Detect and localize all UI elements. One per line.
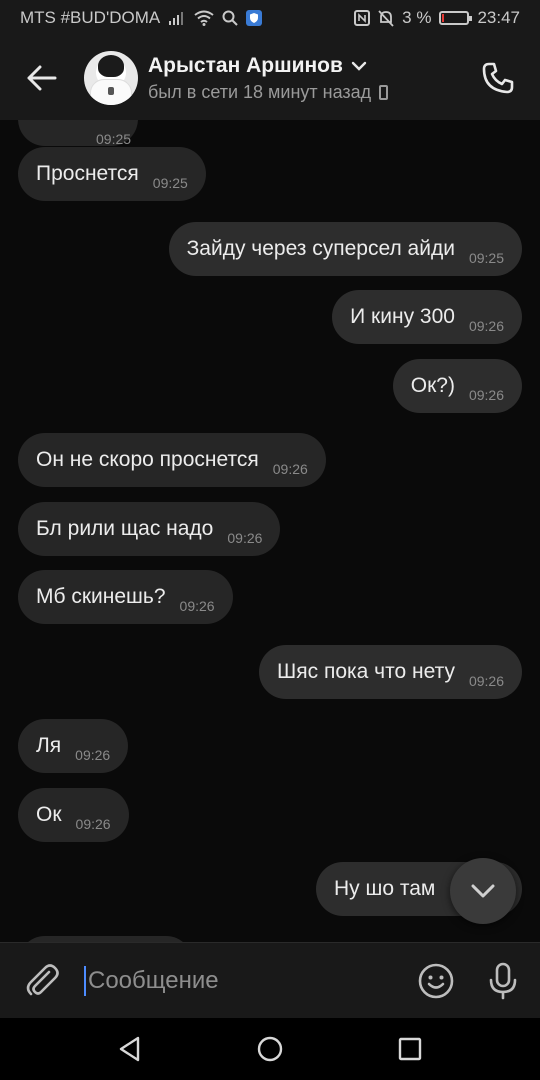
message-text: Проснется xyxy=(36,162,139,185)
contact-status-row: был в сети 18 минут назад xyxy=(148,81,389,103)
message-text: Ну шо там xyxy=(334,877,436,900)
status-left: MTS #BUD'DOMA xyxy=(20,8,263,28)
message-text: Ок?) xyxy=(410,374,455,397)
back-button[interactable] xyxy=(0,36,84,120)
message-time: 09:26 xyxy=(227,530,263,546)
carrier-label: MTS #BUD'DOMA xyxy=(20,8,161,27)
message-bubble-out[interactable]: Шяс пока что нету 09:26 xyxy=(259,645,522,699)
message-bubble-partial[interactable]: 09:25 xyxy=(18,120,138,147)
nav-recents-button[interactable] xyxy=(382,1021,438,1077)
message-time: 09:26 xyxy=(75,747,111,763)
contact-info[interactable]: Арыстан Аршинов был в сети 18 минут наза… xyxy=(148,54,389,103)
message-text: И кину 300 xyxy=(350,305,455,328)
message-time: 09:26 xyxy=(272,461,308,477)
message-time: 09:26 xyxy=(75,816,111,832)
scroll-down-icon xyxy=(471,884,495,898)
message-list[interactable]: 09:25 Проснется 09:25 Зайду через суперс… xyxy=(0,120,540,942)
battery-icon xyxy=(439,11,473,25)
shield-icon xyxy=(246,10,263,26)
signal-icon xyxy=(168,11,186,25)
message-bubble-out[interactable]: Зайду через суперсел айди 09:25 xyxy=(168,222,522,276)
message-text: Шяс пока что нету xyxy=(277,660,455,683)
search-icon xyxy=(222,10,238,26)
nav-recents-icon xyxy=(398,1037,422,1061)
message-text: Мб скинешь? xyxy=(36,585,166,608)
message-time: 09:25 xyxy=(152,175,188,191)
message-bubble-in[interactable]: Проснется 09:25 xyxy=(18,147,206,201)
battery-fill xyxy=(442,14,445,22)
system-navigation-bar xyxy=(0,1018,540,1080)
nav-home-button[interactable] xyxy=(242,1021,298,1077)
chat-header: Арыстан Аршинов был в сети 18 минут наза… xyxy=(0,36,540,120)
avatar-print xyxy=(108,87,114,95)
message-text: Бл рили щас надо xyxy=(36,517,214,540)
contact-status: был в сети 18 минут назад xyxy=(148,81,372,102)
message-time: 09:26 xyxy=(179,598,215,614)
message-bubble-in[interactable]: Он не скоро проснется 09:26 xyxy=(18,433,326,487)
bell-off-icon xyxy=(378,9,394,27)
message-text: Зайду через суперсел айди xyxy=(186,237,455,260)
attach-button[interactable] xyxy=(0,943,84,1019)
contact-name-row: Арыстан Аршинов xyxy=(148,54,388,78)
call-button[interactable] xyxy=(456,36,540,120)
contact-name: Арыстан Аршинов xyxy=(148,53,343,77)
nav-back-button[interactable] xyxy=(102,1021,158,1077)
nfc-icon xyxy=(354,10,371,26)
message-time: 09:26 xyxy=(468,318,504,334)
emoji-button[interactable] xyxy=(406,943,466,1019)
message-composer xyxy=(0,942,540,1018)
emoji-icon xyxy=(418,963,454,998)
message-bubble-out[interactable]: Ок?) 09:26 xyxy=(392,359,522,413)
back-arrow-icon xyxy=(27,65,57,91)
scroll-down-button[interactable] xyxy=(450,858,516,924)
message-bubble-in[interactable]: Ок 09:26 xyxy=(18,788,129,842)
battery-percent: 3 % xyxy=(402,8,432,27)
status-bar: MTS #BUD'DOMA 3 % 23:47 xyxy=(0,0,540,36)
avatar-hair xyxy=(98,55,124,77)
message-text: Ок xyxy=(36,803,62,826)
chevron-down-icon xyxy=(351,61,367,71)
message-time: 09:26 xyxy=(468,387,504,403)
message-time: 09:25 xyxy=(468,250,504,266)
mobile-device-icon xyxy=(379,84,389,100)
phone-icon xyxy=(482,62,514,94)
nav-home-icon xyxy=(257,1036,283,1062)
status-right: 3 % 23:47 xyxy=(354,8,520,28)
avatar[interactable] xyxy=(84,51,138,105)
message-bubble-in[interactable]: Мб скинешь? 09:26 xyxy=(18,570,233,624)
clock: 23:47 xyxy=(477,8,520,27)
wifi-icon xyxy=(194,10,214,26)
message-text: Он не скоро проснется xyxy=(36,448,259,471)
text-caret xyxy=(84,965,86,996)
paperclip-icon xyxy=(26,963,59,995)
message-bubble-in[interactable]: Бл рили щас надо 09:26 xyxy=(18,502,281,556)
microphone-icon xyxy=(489,962,517,999)
message-time: 09:26 xyxy=(468,673,504,689)
voice-message-button[interactable] xyxy=(466,943,540,1019)
message-text: Ля xyxy=(36,734,62,757)
message-input[interactable] xyxy=(88,955,398,1006)
message-bubble-out[interactable]: И кину 300 09:26 xyxy=(332,290,522,344)
message-time: 09:25 xyxy=(96,131,132,147)
nav-back-icon xyxy=(119,1036,140,1062)
message-bubble-in[interactable]: Ля 09:26 xyxy=(18,719,129,773)
